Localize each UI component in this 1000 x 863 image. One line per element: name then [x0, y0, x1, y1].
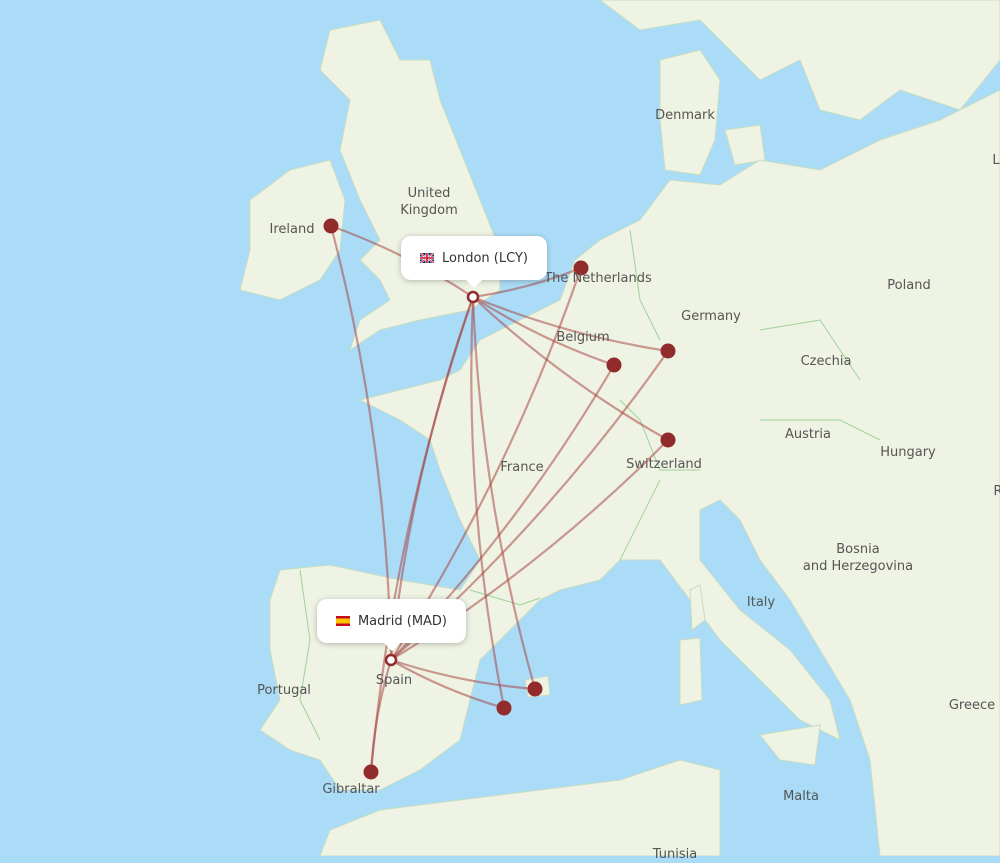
airport-marker[interactable]	[527, 681, 543, 697]
country-label: Germany	[681, 309, 741, 324]
country-label: Belgium	[556, 330, 610, 345]
country-label: Malta	[783, 789, 819, 804]
airport-marker[interactable]	[660, 432, 676, 448]
land-zealand	[724, 124, 766, 166]
country-label: Portugal	[257, 683, 311, 698]
country-label: Denmark	[655, 108, 715, 123]
country-label: Poland	[887, 278, 931, 293]
spain-flag-icon	[335, 616, 350, 626]
airport-marker[interactable]	[323, 218, 339, 234]
airport-marker[interactable]	[660, 343, 676, 359]
destination-airport-marker[interactable]	[384, 653, 398, 667]
country-label: L	[992, 153, 1000, 168]
destination-callout[interactable]: Madrid (MAD)	[317, 599, 466, 651]
country-label: Italy	[746, 595, 776, 610]
land-sicily	[759, 724, 821, 766]
country-label: Gibraltar	[322, 782, 380, 797]
country-label: United Kingdom	[400, 186, 458, 218]
origin-callout[interactable]: London (LCY)	[401, 236, 547, 288]
country-label: France	[500, 460, 544, 475]
country-label: Tunisia	[652, 847, 698, 862]
map-canvas[interactable]	[0, 0, 1000, 856]
country-label: Hungary	[880, 445, 936, 460]
airport-marker[interactable]	[606, 357, 622, 373]
country-label: R	[993, 484, 1000, 499]
origin-label: London (LCY)	[442, 250, 528, 266]
country-label: Ireland	[269, 222, 315, 237]
country-label: Czechia	[800, 354, 852, 369]
country-label: Austria	[785, 427, 831, 442]
destination-label: Madrid (MAD)	[357, 613, 448, 629]
country-label: Bosnia and Herzegovina	[802, 542, 914, 574]
airport-marker[interactable]	[363, 764, 379, 780]
country-label: Spain	[375, 673, 413, 688]
country-label: The Netherlands	[544, 271, 652, 286]
country-label: Greece	[948, 698, 996, 713]
uk-flag-icon	[420, 253, 435, 263]
land-sardinia	[679, 637, 703, 706]
airport-marker[interactable]	[496, 700, 512, 716]
origin-airport-marker[interactable]	[466, 290, 480, 304]
country-label: Switzerland	[626, 457, 702, 472]
